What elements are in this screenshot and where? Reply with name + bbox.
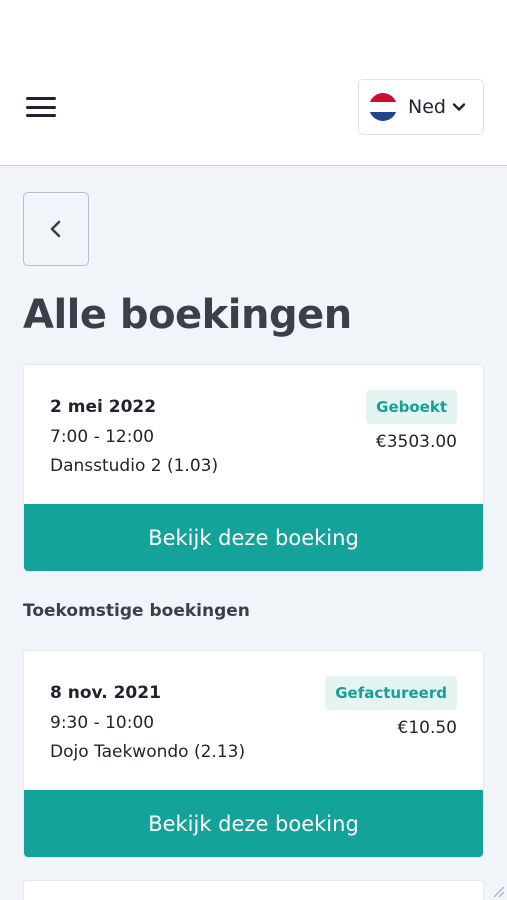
booking-time: 9:30 - 10:00 — [50, 713, 155, 733]
booking-date: 8 nov. 2021 — [50, 683, 161, 703]
booking-date: 2 mei 2022 — [50, 397, 157, 417]
booking-time: 7:00 - 12:00 — [50, 427, 155, 447]
back-button[interactable] — [23, 192, 89, 266]
booking-price: €3503.00 — [375, 432, 457, 452]
language-selector[interactable]: Ned — [358, 79, 484, 135]
hamburger-menu-icon[interactable] — [26, 95, 56, 119]
view-booking-button[interactable]: Bekijk deze boeking — [24, 504, 483, 571]
booking-card-partial — [23, 880, 484, 900]
resize-grip-icon[interactable] — [491, 884, 505, 898]
status-badge: Geboekt — [366, 390, 457, 424]
booking-room: Dansstudio 2 (1.03) — [50, 456, 219, 476]
chevron-down-icon — [452, 103, 466, 111]
netherlands-flag-icon — [369, 93, 397, 121]
top-bar: Ned — [0, 0, 507, 166]
view-booking-button[interactable]: Bekijk deze boeking — [24, 790, 483, 857]
status-badge: Gefactureerd — [325, 676, 457, 710]
booking-price: €10.50 — [397, 718, 457, 738]
page-title: Alle boekingen — [23, 292, 352, 338]
booking-room: Dojo Taekwondo (2.13) — [50, 742, 246, 762]
section-heading: Toekomstige boekingen — [23, 601, 250, 621]
booking-card: 2 mei 2022 7:00 - 12:00 Dansstudio 2 (1.… — [23, 364, 484, 572]
language-label: Ned — [408, 96, 446, 118]
booking-card: 8 nov. 2021 9:30 - 10:00 Dojo Taekwondo … — [23, 650, 484, 858]
chevron-left-icon — [50, 220, 61, 238]
